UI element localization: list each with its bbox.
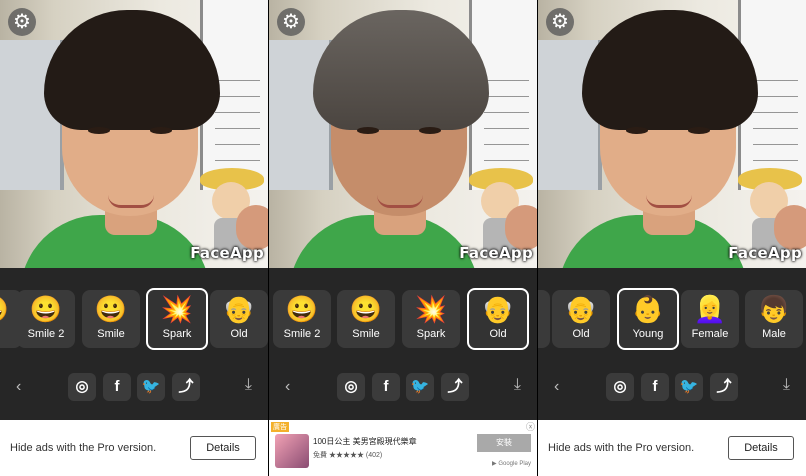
ad-app-thumbnail	[275, 434, 309, 468]
filter-spark[interactable]: 💥 Spark	[146, 288, 208, 350]
faceapp-watermark: FaceApp	[728, 244, 802, 262]
download-icon[interactable]: ⤓	[245, 376, 252, 394]
photo-preview: ⚙ FaceApp	[538, 0, 806, 268]
baby-icon: 👶	[631, 294, 665, 324]
facebook-icon[interactable]: f	[103, 373, 131, 401]
filter-smile-2[interactable]: 😀 Smile 2	[17, 290, 75, 348]
old-man-icon: 👴	[564, 294, 598, 324]
smile-emoji-icon: 😀	[29, 294, 63, 324]
smile-emoji-icon: 😀	[349, 294, 383, 324]
twitter-icon[interactable]: 🐦	[137, 373, 165, 401]
old-man-icon: 👴	[222, 294, 256, 324]
download-icon[interactable]: ⤓	[514, 376, 521, 394]
share-bar: ‹ ◎ f 🐦 ⤴ ⤓	[269, 368, 537, 420]
ad-rating: 免費 ★★★★★ (402)	[313, 452, 383, 459]
filter-old[interactable]: 👴 Old	[467, 288, 529, 350]
filter-spark[interactable]: 💥 Spark	[402, 290, 460, 348]
spark-icon: 💥	[160, 294, 194, 324]
faceapp-watermark: FaceApp	[190, 244, 264, 262]
filter-strip[interactable]: 😀 Smile 2 😀 Smile 💥 Spark 👴 Old	[269, 268, 537, 368]
facebook-icon[interactable]: f	[641, 373, 669, 401]
pro-banner: Hide ads with the Pro version. Details	[0, 420, 268, 476]
details-button[interactable]: Details	[728, 436, 794, 460]
back-chevron-icon[interactable]: ‹	[285, 378, 290, 396]
faceapp-comparison: ⚙ FaceApp 😀 😀Smile 2 😀Smile 💥Spark 👴Old …	[0, 0, 806, 476]
facebook-icon[interactable]: f	[372, 373, 400, 401]
ad-title: 100日公主 美男宮殿現代樂章	[313, 437, 417, 446]
instagram-icon[interactable]: ◎	[337, 373, 365, 401]
photo-preview: ⚙ FaceApp	[269, 0, 537, 268]
filter-strip[interactable]: 😀 😀Smile 2 😀Smile 💥Spark 👴Old	[0, 268, 268, 368]
google-play-label: ▶ Google Play	[492, 461, 531, 467]
female-icon: 👱‍♀️	[693, 294, 727, 324]
instagram-icon[interactable]: ◎	[68, 373, 96, 401]
photo-preview: ⚙ FaceApp	[0, 0, 268, 268]
instagram-icon[interactable]: ◎	[606, 373, 634, 401]
settings-gear-icon[interactable]: ⚙	[277, 8, 305, 36]
filter-strip[interactable]: 👴 👴Old 👶Young 👱‍♀️Female 👦Male	[538, 268, 806, 368]
download-icon[interactable]: ⤓	[783, 376, 790, 394]
back-chevron-icon[interactable]: ‹	[554, 378, 559, 396]
screen-3: ⚙ FaceApp 👴 👴Old 👶Young 👱‍♀️Female 👦Male…	[538, 0, 806, 476]
old-man-icon: 👴	[481, 294, 515, 324]
filter-old[interactable]: 👴 Old	[210, 290, 268, 348]
pro-banner: Hide ads with the Pro version. Details	[538, 420, 806, 476]
install-button[interactable]: 安裝	[477, 434, 531, 452]
screen-2: ⚙ FaceApp 😀 Smile 2 😀 Smile 💥 Spark 👴 Old ‹ …	[269, 0, 537, 476]
filter-old[interactable]: 👴 Old	[552, 290, 610, 348]
smile-emoji-icon: 😀	[94, 294, 128, 324]
filter-partial[interactable]: 👴	[538, 290, 550, 348]
male-icon: 👦	[757, 294, 791, 324]
share-bar: ‹ ◎ f 🐦 ⤴ ⤓	[0, 368, 268, 420]
share-icon[interactable]: ⤴	[710, 373, 738, 401]
ad-banner[interactable]: 廣告 ⓧ 100日公主 美男宮殿現代樂章 免費 ★★★★★ (402) 安裝 ▶…	[269, 420, 537, 476]
ad-tag: 廣告	[271, 422, 289, 432]
screen-1: ⚙ FaceApp 😀 😀Smile 2 😀Smile 💥Spark 👴Old …	[0, 0, 268, 476]
share-bar: ‹ ◎ f 🐦 ⤴ ⤓	[538, 368, 806, 420]
share-icon[interactable]: ⤴	[172, 373, 200, 401]
pro-banner-text: Hide ads with the Pro version.	[10, 442, 157, 454]
filter-female[interactable]: 👱‍♀️ Female	[681, 290, 739, 348]
faceapp-watermark: FaceApp	[459, 244, 533, 262]
twitter-icon[interactable]: 🐦	[406, 373, 434, 401]
close-ad-icon[interactable]: ⓧ	[526, 420, 535, 433]
filter-male[interactable]: 👦 Male	[745, 290, 803, 348]
filter-smile-2[interactable]: 😀 Smile 2	[273, 290, 331, 348]
filter-smile[interactable]: 😀 Smile	[337, 290, 395, 348]
smile-emoji-icon: 😀	[285, 294, 319, 324]
filter-young[interactable]: 👶 Young	[617, 288, 679, 350]
spark-icon: 💥	[414, 294, 448, 324]
twitter-icon[interactable]: 🐦	[675, 373, 703, 401]
details-button[interactable]: Details	[190, 436, 256, 460]
back-chevron-icon[interactable]: ‹	[16, 378, 21, 396]
filter-smile[interactable]: 😀 Smile	[82, 290, 140, 348]
settings-gear-icon[interactable]: ⚙	[8, 8, 36, 36]
pro-banner-text: Hide ads with the Pro version.	[548, 442, 695, 454]
settings-gear-icon[interactable]: ⚙	[546, 8, 574, 36]
share-icon[interactable]: ⤴	[441, 373, 469, 401]
